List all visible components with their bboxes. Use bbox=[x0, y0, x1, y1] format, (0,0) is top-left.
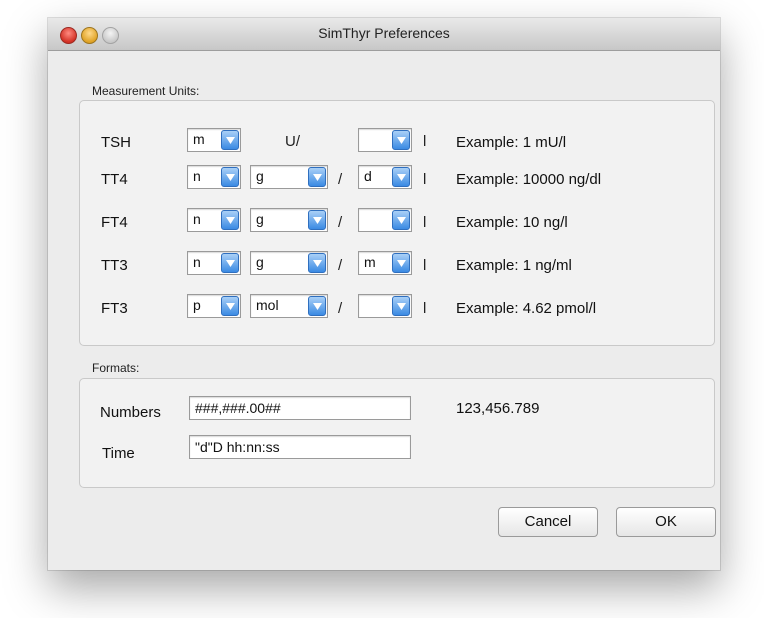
dropdown-arrow-icon bbox=[221, 130, 239, 150]
ft4-base-value: g bbox=[256, 211, 264, 227]
row-label-tt3: TT3 bbox=[101, 257, 128, 274]
tt3-base-select[interactable]: g bbox=[250, 251, 328, 275]
tt4-base-value: g bbox=[256, 168, 264, 184]
dropdown-arrow-icon bbox=[392, 253, 410, 273]
ft4-suffix: l bbox=[423, 214, 427, 231]
time-label: Time bbox=[102, 445, 135, 462]
tsh-base-unit: U/ bbox=[285, 133, 300, 150]
ft4-base-select[interactable]: g bbox=[250, 208, 328, 232]
dropdown-arrow-icon bbox=[221, 253, 239, 273]
ft3-base-value: mol bbox=[256, 297, 279, 313]
tsh-prefix-value: m bbox=[193, 131, 205, 147]
dropdown-arrow-icon bbox=[392, 130, 410, 150]
tt3-prefix-value: n bbox=[193, 254, 201, 270]
dropdown-arrow-icon bbox=[221, 296, 239, 316]
ft4-prefix-value: n bbox=[193, 211, 201, 227]
dropdown-arrow-icon bbox=[392, 210, 410, 230]
measurement-units-label: Measurement Units: bbox=[92, 84, 200, 98]
ft4-prefix-select[interactable]: n bbox=[187, 208, 241, 232]
tsh-prefix-select[interactable]: m bbox=[187, 128, 241, 152]
tt3-denominator-select[interactable]: m bbox=[358, 251, 412, 275]
tt4-prefix-select[interactable]: n bbox=[187, 165, 241, 189]
tt3-separator: / bbox=[338, 257, 343, 274]
preferences-window: SimThyr Preferences Measurement Units: T… bbox=[48, 18, 720, 570]
row-label-tt4: TT4 bbox=[101, 171, 128, 188]
cancel-button[interactable]: Cancel bbox=[498, 507, 598, 537]
ft4-example: Example: 10 ng/l bbox=[456, 214, 568, 231]
tt3-prefix-select[interactable]: n bbox=[187, 251, 241, 275]
row-label-ft3: FT3 bbox=[101, 300, 128, 317]
ft3-suffix: l bbox=[423, 300, 427, 317]
tt4-denominator-select[interactable]: d bbox=[358, 165, 412, 189]
numbers-example: 123,456.789 bbox=[456, 400, 540, 417]
time-format-input[interactable]: "d"D hh:nn:ss bbox=[189, 435, 411, 459]
dropdown-arrow-icon bbox=[221, 210, 239, 230]
tt3-base-value: g bbox=[256, 254, 264, 270]
ft3-denominator-select[interactable] bbox=[358, 294, 412, 318]
numbers-format-input[interactable]: ###,###.00## bbox=[189, 396, 411, 420]
dropdown-arrow-icon bbox=[221, 167, 239, 187]
ft3-separator: / bbox=[338, 300, 343, 317]
title-bar[interactable]: SimThyr Preferences bbox=[48, 18, 720, 51]
formats-label: Formats: bbox=[92, 361, 140, 375]
ft3-prefix-select[interactable]: p bbox=[187, 294, 241, 318]
window-title: SimThyr Preferences bbox=[318, 25, 450, 41]
tt4-denominator-value: d bbox=[364, 168, 372, 184]
ft4-separator: / bbox=[338, 214, 343, 231]
tt4-example: Example: 10000 ng/dl bbox=[456, 171, 602, 188]
dropdown-arrow-icon bbox=[308, 296, 326, 316]
tsh-denominator-select[interactable] bbox=[358, 128, 412, 152]
measurement-units-panel: TSH m U/ l Example: 1 mU/l TT4 n g / d l… bbox=[79, 100, 715, 346]
tt3-denominator-value: m bbox=[364, 254, 376, 270]
ft3-base-select[interactable]: mol bbox=[250, 294, 328, 318]
tt4-base-select[interactable]: g bbox=[250, 165, 328, 189]
tt3-example: Example: 1 ng/ml bbox=[456, 257, 572, 274]
dropdown-arrow-icon bbox=[308, 253, 326, 273]
tt4-separator: / bbox=[338, 171, 343, 188]
ft3-prefix-value: p bbox=[193, 297, 201, 313]
tt4-prefix-value: n bbox=[193, 168, 201, 184]
numbers-label: Numbers bbox=[100, 404, 161, 421]
tt3-suffix: l bbox=[423, 257, 427, 274]
tsh-example: Example: 1 mU/l bbox=[456, 134, 567, 151]
ft4-denominator-select[interactable] bbox=[358, 208, 412, 232]
ok-button[interactable]: OK bbox=[616, 507, 716, 537]
tsh-suffix: l bbox=[423, 133, 427, 150]
row-label-tsh: TSH bbox=[101, 134, 131, 151]
dropdown-arrow-icon bbox=[392, 296, 410, 316]
dropdown-arrow-icon bbox=[392, 167, 410, 187]
row-label-ft4: FT4 bbox=[101, 214, 128, 231]
ft3-example: Example: 4.62 pmol/l bbox=[456, 300, 597, 317]
tt4-suffix: l bbox=[423, 171, 427, 188]
formats-panel: Numbers ###,###.00## 123,456.789 Time "d… bbox=[79, 378, 715, 488]
dropdown-arrow-icon bbox=[308, 210, 326, 230]
dropdown-arrow-icon bbox=[308, 167, 326, 187]
